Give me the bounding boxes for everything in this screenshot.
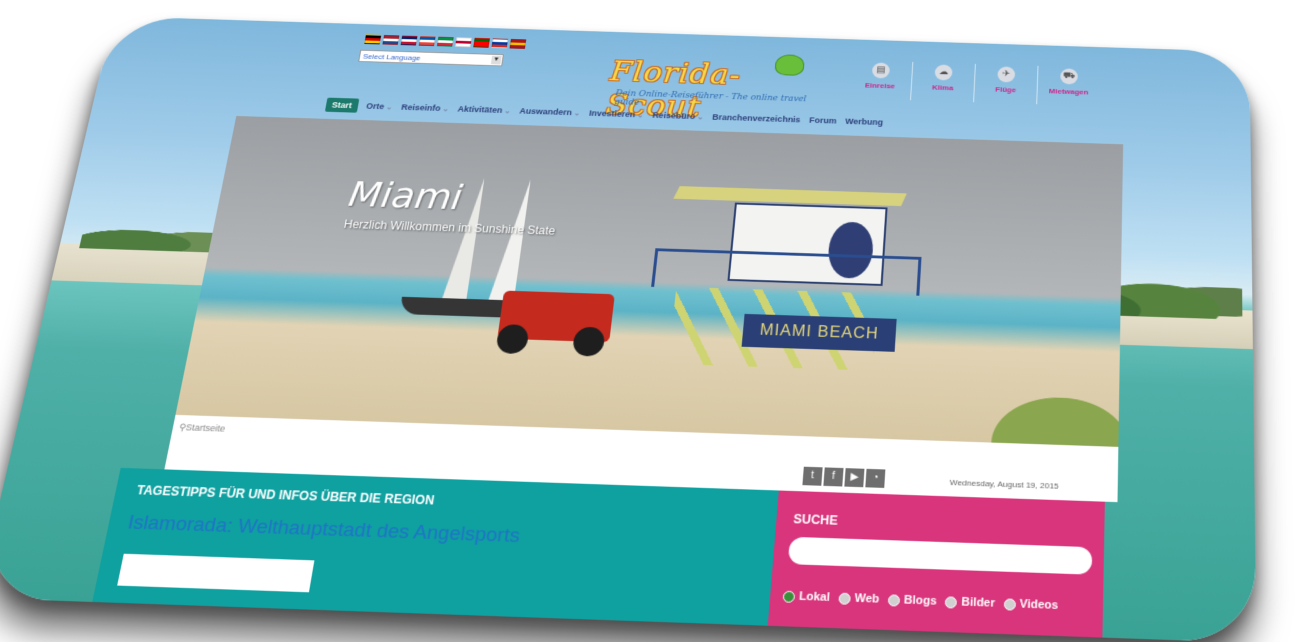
- sailboat-sail: [486, 178, 531, 306]
- hero-banner: MIAMI BEACH Miami Herzlich Willkommen im…: [175, 115, 1124, 447]
- radio-button[interactable]: [1003, 597, 1016, 611]
- nav-item-reisebüro[interactable]: Reisebüro⌄: [652, 111, 704, 121]
- chevron-down-icon: ⌄: [503, 106, 512, 115]
- quick-link-mietwagen[interactable]: ⛟ Mietwagen: [1037, 66, 1100, 106]
- youtube-icon[interactable]: ▶: [844, 468, 865, 488]
- quick-link-klima[interactable]: ☁ Klima: [910, 61, 976, 103]
- spanish-flag-icon[interactable]: [509, 38, 527, 49]
- chevron-down-icon: ⌄: [636, 111, 645, 120]
- nav-item-aktivitäten[interactable]: Aktivitäten⌄: [457, 104, 511, 115]
- website-card: Select Language ▼ Florida-Scout Dein Onl…: [0, 16, 1257, 642]
- quick-link-label: Klima: [931, 83, 954, 92]
- japanese-flag-icon[interactable]: [455, 37, 472, 48]
- nav-item-start[interactable]: Start: [324, 97, 359, 113]
- nav-item-auswandern[interactable]: Auswandern⌄: [519, 106, 581, 117]
- nav-item-werbung[interactable]: Werbung: [845, 117, 883, 127]
- search-scope-options: Lokal Web Blogs Bilder Videos: [782, 590, 1058, 612]
- nav-item-label: Reiseinfo: [400, 102, 442, 113]
- radio-button[interactable]: [782, 590, 796, 603]
- quick-link-einreise[interactable]: ▤ Einreise: [847, 60, 914, 101]
- nav-item-branchenverzeichnis[interactable]: Branchenverzeichnis: [712, 113, 801, 125]
- tips-panel: TAGESTIPPS FÜR UND INFOS ÜBER DIE REGION…: [89, 467, 779, 639]
- search-option-label: Videos: [1019, 597, 1059, 613]
- nav-item-reiseinfo[interactable]: Reiseinfo⌄: [401, 103, 450, 113]
- nav-item-label: Start: [331, 100, 353, 110]
- quick-link-flüge[interactable]: ✈ Flüge: [974, 63, 1039, 105]
- search-input[interactable]: [787, 536, 1093, 575]
- search-panel: SUCHE Lokal Web Blogs Bilder Videos: [766, 490, 1105, 642]
- plane-icon: ✈: [997, 66, 1016, 83]
- social-buttons: t f ▶ ◔: [802, 466, 886, 488]
- search-option-blogs[interactable]: Blogs: [887, 593, 937, 608]
- french-flag-icon[interactable]: [418, 36, 436, 47]
- nav-item-label: Branchenverzeichnis: [711, 112, 801, 125]
- language-select[interactable]: Select Language ▼: [358, 49, 504, 67]
- breadcrumb-home-link[interactable]: Startseite: [185, 422, 226, 433]
- uk-flag-icon[interactable]: [400, 35, 418, 46]
- search-option-videos[interactable]: Videos: [1003, 597, 1058, 612]
- nav-item-label: Reisebüro: [651, 110, 696, 121]
- site-logo[interactable]: Florida-Scout Dein Online-Reiseführer - …: [604, 49, 834, 124]
- quick-links: ▤ Einreise ☁ Klima ✈ Flüge ⛟ Mietwagen: [847, 60, 1100, 106]
- quick-link-label: Flüge: [995, 85, 1017, 94]
- nav-item-label: Orte: [365, 101, 385, 111]
- nav-item-label: Aktivitäten: [457, 104, 503, 115]
- chevron-down-icon: ▼: [490, 55, 502, 65]
- radio-button[interactable]: [838, 592, 851, 605]
- search-option-lokal[interactable]: Lokal: [782, 590, 831, 605]
- hero-title: Miami: [345, 173, 466, 218]
- quick-link-label: Einreise: [864, 81, 896, 91]
- quick-link-label: Mietwagen: [1048, 87, 1089, 97]
- nav-item-label: Auswandern: [518, 106, 573, 117]
- search-option-label: Blogs: [903, 593, 938, 608]
- chevron-down-icon: ⌄: [696, 112, 704, 122]
- portuguese-flag-icon[interactable]: [473, 37, 490, 48]
- car-icon: ⛟: [1060, 68, 1078, 85]
- rss-icon[interactable]: ◔: [865, 468, 886, 488]
- dune-grass: [972, 382, 1120, 447]
- search-heading: SUCHE: [792, 511, 839, 528]
- chevron-down-icon: ⌄: [441, 104, 450, 113]
- nav-item-label: Werbung: [844, 116, 884, 127]
- dutch-flag-icon[interactable]: [382, 35, 400, 45]
- nav-item-orte[interactable]: Orte⌄: [366, 102, 394, 112]
- search-option-web[interactable]: Web: [838, 592, 880, 606]
- page-frame: Select Language ▼ Florida-Scout Dein Onl…: [0, 0, 1307, 642]
- passport-icon: ▤: [871, 62, 891, 79]
- lifeguard-tower-roof: [673, 186, 907, 207]
- facebook-icon[interactable]: f: [823, 467, 844, 487]
- language-flags: [364, 34, 527, 49]
- miami-beach-sign: MIAMI BEACH: [741, 313, 897, 352]
- search-option-label: Web: [854, 592, 880, 606]
- alligator-mascot-icon: [774, 54, 805, 76]
- cloud-icon: ☁: [934, 64, 953, 81]
- search-option-label: Lokal: [798, 590, 831, 605]
- search-option-bilder[interactable]: Bilder: [945, 595, 995, 610]
- tips-heading: TAGESTIPPS FÜR UND INFOS ÜBER DIE REGION: [135, 482, 436, 508]
- nav-item-label: Forum: [808, 115, 837, 126]
- nav-item-forum[interactable]: Forum: [809, 116, 837, 126]
- radio-button[interactable]: [945, 595, 958, 609]
- tips-article-link[interactable]: Islamorada: Welthauptstadt des Angelspor…: [126, 512, 521, 549]
- search-option-label: Bilder: [961, 595, 996, 610]
- chevron-down-icon: ⌄: [573, 109, 581, 118]
- language-select-label: Select Language: [362, 52, 422, 63]
- nav-item-investieren[interactable]: Investieren⌄: [588, 109, 644, 120]
- italian-flag-icon[interactable]: [436, 36, 454, 47]
- tips-content-box: [117, 553, 315, 593]
- chevron-down-icon: ⌄: [385, 103, 394, 112]
- german-flag-icon[interactable]: [364, 34, 382, 45]
- twitter-icon[interactable]: t: [802, 466, 823, 486]
- nav-item-label: Investieren: [588, 108, 636, 119]
- radio-button[interactable]: [887, 593, 900, 607]
- russian-flag-icon[interactable]: [491, 38, 509, 49]
